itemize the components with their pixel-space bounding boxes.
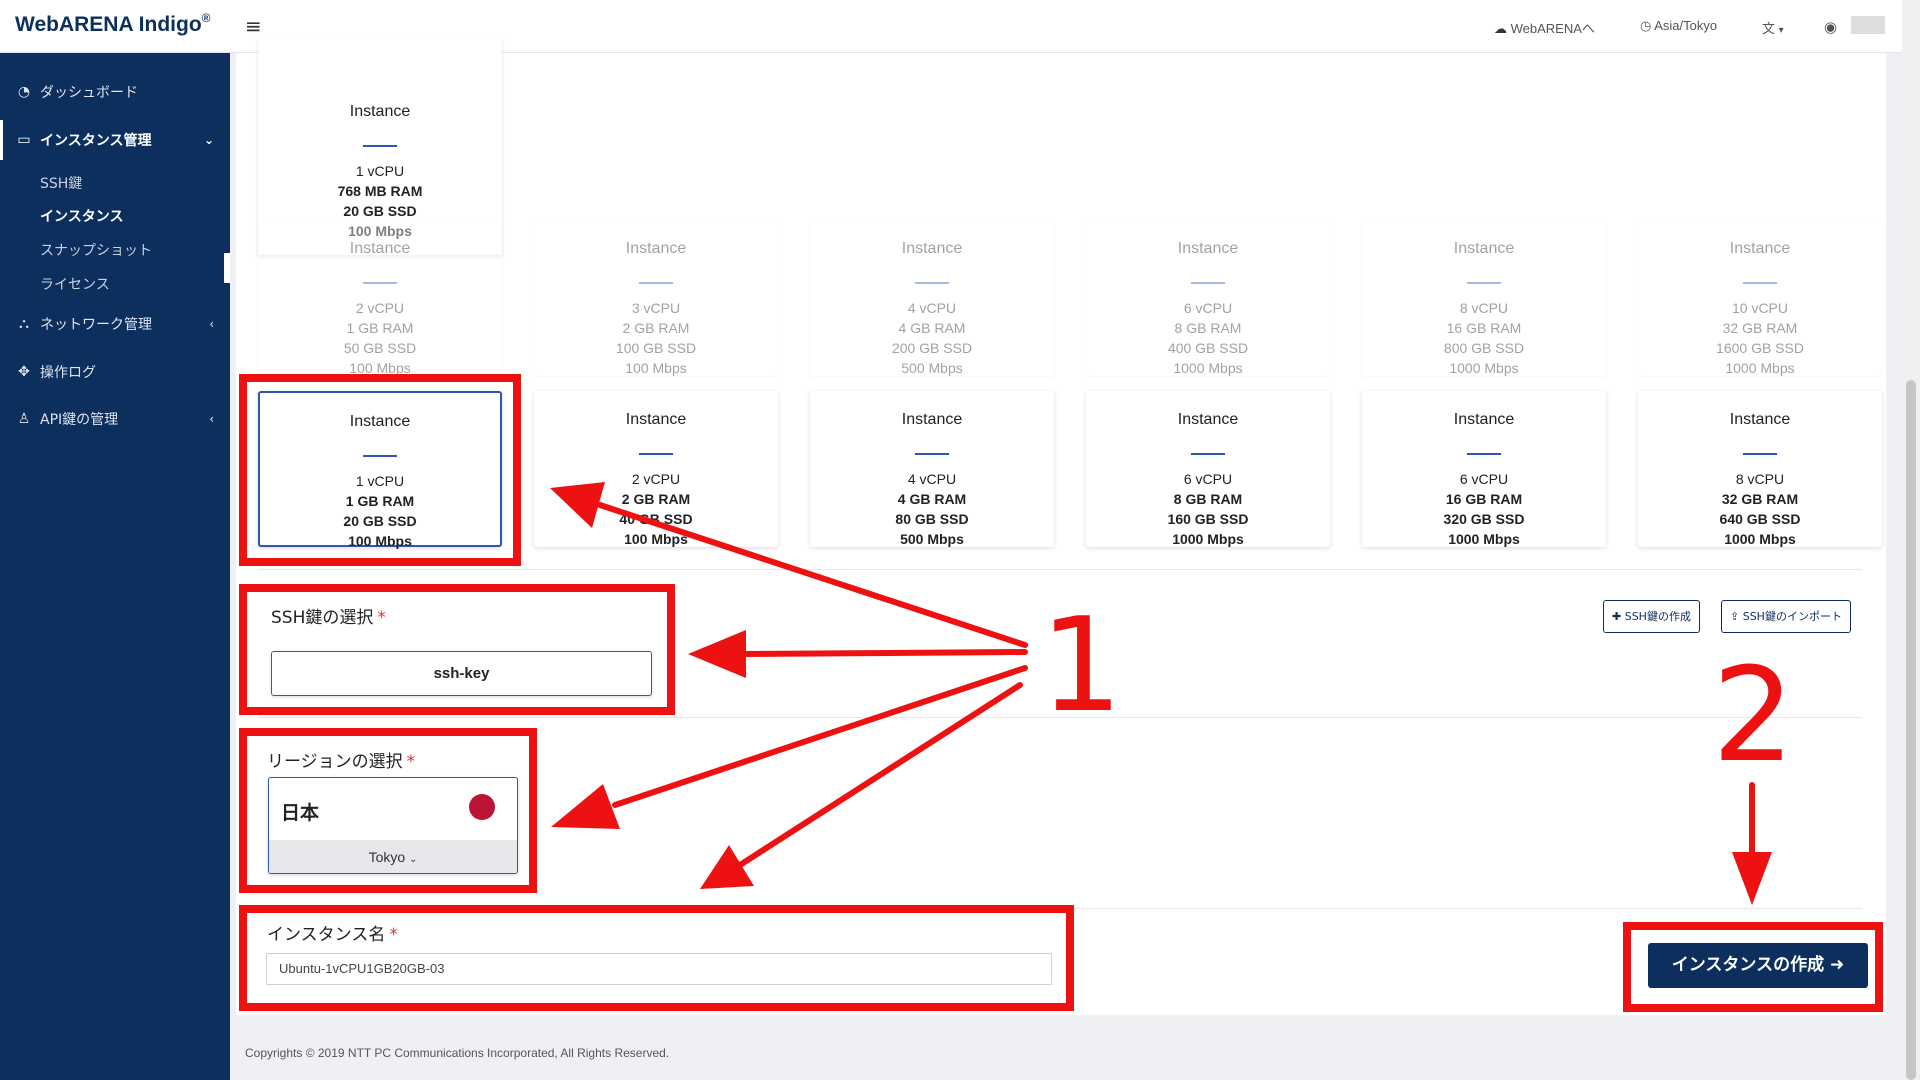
annotation-arrowhead xyxy=(551,784,620,829)
annotation-arrowhead xyxy=(688,630,746,678)
annotation-arrow-line xyxy=(737,682,1023,868)
annotation-arrows xyxy=(550,482,1772,905)
annotation-arrow-line xyxy=(612,665,1028,808)
annotation-arrowhead xyxy=(700,845,754,889)
annotation-arrow-line xyxy=(597,502,1028,648)
annotation-arrowhead xyxy=(550,482,605,528)
annotation-arrowhead xyxy=(1732,852,1772,905)
annotation-arrow-line xyxy=(742,649,1028,657)
scrollbar-thumb[interactable] xyxy=(1906,380,1916,1080)
